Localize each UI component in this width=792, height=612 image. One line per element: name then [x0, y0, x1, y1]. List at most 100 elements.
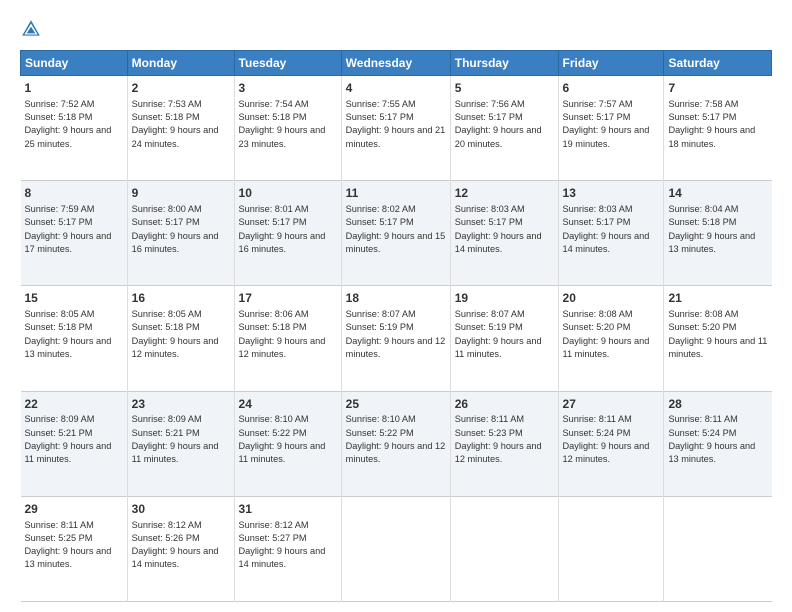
- day-number: 13: [563, 185, 660, 202]
- day-number: 31: [239, 501, 337, 518]
- calendar-cell: 22Sunrise: 8:09 AMSunset: 5:21 PMDayligh…: [21, 391, 128, 496]
- day-info: Sunrise: 8:01 AMSunset: 5:17 PMDaylight:…: [239, 204, 326, 254]
- day-number: 1: [25, 80, 123, 97]
- day-number: 17: [239, 290, 337, 307]
- day-info: Sunrise: 8:03 AMSunset: 5:17 PMDaylight:…: [455, 204, 542, 254]
- header-day-sunday: Sunday: [21, 51, 128, 76]
- day-info: Sunrise: 7:57 AMSunset: 5:17 PMDaylight:…: [563, 99, 650, 149]
- day-info: Sunrise: 8:10 AMSunset: 5:22 PMDaylight:…: [239, 414, 326, 464]
- day-number: 22: [25, 396, 123, 413]
- day-number: 9: [132, 185, 230, 202]
- day-info: Sunrise: 8:05 AMSunset: 5:18 PMDaylight:…: [132, 309, 219, 359]
- logo: [20, 18, 48, 40]
- day-info: Sunrise: 7:53 AMSunset: 5:18 PMDaylight:…: [132, 99, 219, 149]
- day-number: 29: [25, 501, 123, 518]
- week-row-1: 1 Sunrise: 7:52 AMSunset: 5:18 PMDaylight…: [21, 76, 772, 181]
- day-info: Sunrise: 8:11 AMSunset: 5:23 PMDaylight:…: [455, 414, 542, 464]
- day-info: Sunrise: 7:55 AMSunset: 5:17 PMDaylight:…: [346, 99, 446, 149]
- calendar-cell: 2 Sunrise: 7:53 AMSunset: 5:18 PMDaylight…: [127, 76, 234, 181]
- day-number: 8: [25, 185, 123, 202]
- day-info: Sunrise: 7:58 AMSunset: 5:17 PMDaylight:…: [668, 99, 755, 149]
- day-number: 11: [346, 185, 446, 202]
- day-info: Sunrise: 7:54 AMSunset: 5:18 PMDaylight:…: [239, 99, 326, 149]
- calendar-cell: 13 Sunrise: 8:03 AMSunset: 5:17 PMDayligh…: [558, 181, 664, 286]
- calendar-cell: 20Sunrise: 8:08 AMSunset: 5:20 PMDayligh…: [558, 286, 664, 391]
- day-info: Sunrise: 8:12 AMSunset: 5:27 PMDaylight:…: [239, 520, 326, 570]
- day-info: Sunrise: 8:11 AMSunset: 5:24 PMDaylight:…: [563, 414, 650, 464]
- header-day-monday: Monday: [127, 51, 234, 76]
- day-info: Sunrise: 7:52 AMSunset: 5:18 PMDaylight:…: [25, 99, 112, 149]
- calendar-cell: 15 Sunrise: 8:05 AMSunset: 5:18 PMDayligh…: [21, 286, 128, 391]
- day-info: Sunrise: 8:11 AMSunset: 5:24 PMDaylight:…: [668, 414, 755, 464]
- header-day-thursday: Thursday: [450, 51, 558, 76]
- day-info: Sunrise: 8:05 AMSunset: 5:18 PMDaylight:…: [25, 309, 112, 359]
- day-info: Sunrise: 8:10 AMSunset: 5:22 PMDaylight:…: [346, 414, 446, 464]
- header-day-wednesday: Wednesday: [341, 51, 450, 76]
- day-info: Sunrise: 8:00 AMSunset: 5:17 PMDaylight:…: [132, 204, 219, 254]
- day-number: 12: [455, 185, 554, 202]
- day-info: Sunrise: 8:07 AMSunset: 5:19 PMDaylight:…: [455, 309, 542, 359]
- day-info: Sunrise: 7:56 AMSunset: 5:17 PMDaylight:…: [455, 99, 542, 149]
- week-row-2: 8 Sunrise: 7:59 AMSunset: 5:17 PMDaylight…: [21, 181, 772, 286]
- day-info: Sunrise: 8:02 AMSunset: 5:17 PMDaylight:…: [346, 204, 446, 254]
- calendar-cell: 16Sunrise: 8:05 AMSunset: 5:18 PMDayligh…: [127, 286, 234, 391]
- day-number: 24: [239, 396, 337, 413]
- header-day-friday: Friday: [558, 51, 664, 76]
- day-number: 15: [25, 290, 123, 307]
- calendar-cell: 10Sunrise: 8:01 AMSunset: 5:17 PMDayligh…: [234, 181, 341, 286]
- day-info: Sunrise: 8:12 AMSunset: 5:26 PMDaylight:…: [132, 520, 219, 570]
- calendar-cell: 3 Sunrise: 7:54 AMSunset: 5:18 PMDaylight…: [234, 76, 341, 181]
- calendar-cell: [664, 496, 772, 601]
- day-number: 30: [132, 501, 230, 518]
- calendar-cell: 5 Sunrise: 7:56 AMSunset: 5:17 PMDaylight…: [450, 76, 558, 181]
- day-number: 5: [455, 80, 554, 97]
- calendar-cell: 17 Sunrise: 8:06 AMSunset: 5:18 PMDayligh…: [234, 286, 341, 391]
- day-info: Sunrise: 8:09 AMSunset: 5:21 PMDaylight:…: [25, 414, 112, 464]
- calendar-cell: 19 Sunrise: 8:07 AMSunset: 5:19 PMDayligh…: [450, 286, 558, 391]
- calendar-cell: 11 Sunrise: 8:02 AMSunset: 5:17 PMDayligh…: [341, 181, 450, 286]
- calendar-cell: 24Sunrise: 8:10 AMSunset: 5:22 PMDayligh…: [234, 391, 341, 496]
- calendar-cell: 14Sunrise: 8:04 AMSunset: 5:18 PMDayligh…: [664, 181, 772, 286]
- calendar-cell: 12 Sunrise: 8:03 AMSunset: 5:17 PMDayligh…: [450, 181, 558, 286]
- day-info: Sunrise: 8:11 AMSunset: 5:25 PMDaylight:…: [25, 520, 112, 570]
- day-info: Sunrise: 7:59 AMSunset: 5:17 PMDaylight:…: [25, 204, 112, 254]
- day-number: 19: [455, 290, 554, 307]
- calendar-cell: [558, 496, 664, 601]
- page: SundayMondayTuesdayWednesdayThursdayFrid…: [0, 0, 792, 612]
- week-row-4: 22Sunrise: 8:09 AMSunset: 5:21 PMDayligh…: [21, 391, 772, 496]
- day-info: Sunrise: 8:03 AMSunset: 5:17 PMDaylight:…: [563, 204, 650, 254]
- day-number: 25: [346, 396, 446, 413]
- day-number: 7: [668, 80, 767, 97]
- calendar-table: SundayMondayTuesdayWednesdayThursdayFrid…: [20, 50, 772, 602]
- day-info: Sunrise: 8:09 AMSunset: 5:21 PMDaylight:…: [132, 414, 219, 464]
- day-number: 14: [668, 185, 767, 202]
- day-number: 21: [668, 290, 767, 307]
- calendar-cell: 23Sunrise: 8:09 AMSunset: 5:21 PMDayligh…: [127, 391, 234, 496]
- header-day-tuesday: Tuesday: [234, 51, 341, 76]
- day-number: 3: [239, 80, 337, 97]
- day-number: 27: [563, 396, 660, 413]
- day-number: 20: [563, 290, 660, 307]
- calendar-cell: 30 Sunrise: 8:12 AMSunset: 5:26 PMDayligh…: [127, 496, 234, 601]
- calendar-cell: 8 Sunrise: 7:59 AMSunset: 5:17 PMDaylight…: [21, 181, 128, 286]
- calendar-cell: 27Sunrise: 8:11 AMSunset: 5:24 PMDayligh…: [558, 391, 664, 496]
- calendar-cell: 7 Sunrise: 7:58 AMSunset: 5:17 PMDaylight…: [664, 76, 772, 181]
- day-number: 4: [346, 80, 446, 97]
- calendar-cell: 21 Sunrise: 8:08 AMSunset: 5:20 PMDayligh…: [664, 286, 772, 391]
- day-info: Sunrise: 8:06 AMSunset: 5:18 PMDaylight:…: [239, 309, 326, 359]
- calendar-cell: 25Sunrise: 8:10 AMSunset: 5:22 PMDayligh…: [341, 391, 450, 496]
- day-number: 23: [132, 396, 230, 413]
- day-info: Sunrise: 8:08 AMSunset: 5:20 PMDaylight:…: [668, 309, 767, 359]
- calendar-cell: 9 Sunrise: 8:00 AMSunset: 5:17 PMDaylight…: [127, 181, 234, 286]
- calendar-cell: 6Sunrise: 7:57 AMSunset: 5:17 PMDaylight…: [558, 76, 664, 181]
- day-info: Sunrise: 8:07 AMSunset: 5:19 PMDaylight:…: [346, 309, 446, 359]
- calendar-cell: 1 Sunrise: 7:52 AMSunset: 5:18 PMDaylight…: [21, 76, 128, 181]
- logo-icon: [20, 18, 42, 40]
- calendar-cell: 4 Sunrise: 7:55 AMSunset: 5:17 PMDaylight…: [341, 76, 450, 181]
- calendar-cell: 28Sunrise: 8:11 AMSunset: 5:24 PMDayligh…: [664, 391, 772, 496]
- header-day-saturday: Saturday: [664, 51, 772, 76]
- calendar-cell: 31 Sunrise: 8:12 AMSunset: 5:27 PMDayligh…: [234, 496, 341, 601]
- header: [20, 18, 772, 40]
- calendar-cell: 29 Sunrise: 8:11 AMSunset: 5:25 PMDayligh…: [21, 496, 128, 601]
- day-number: 2: [132, 80, 230, 97]
